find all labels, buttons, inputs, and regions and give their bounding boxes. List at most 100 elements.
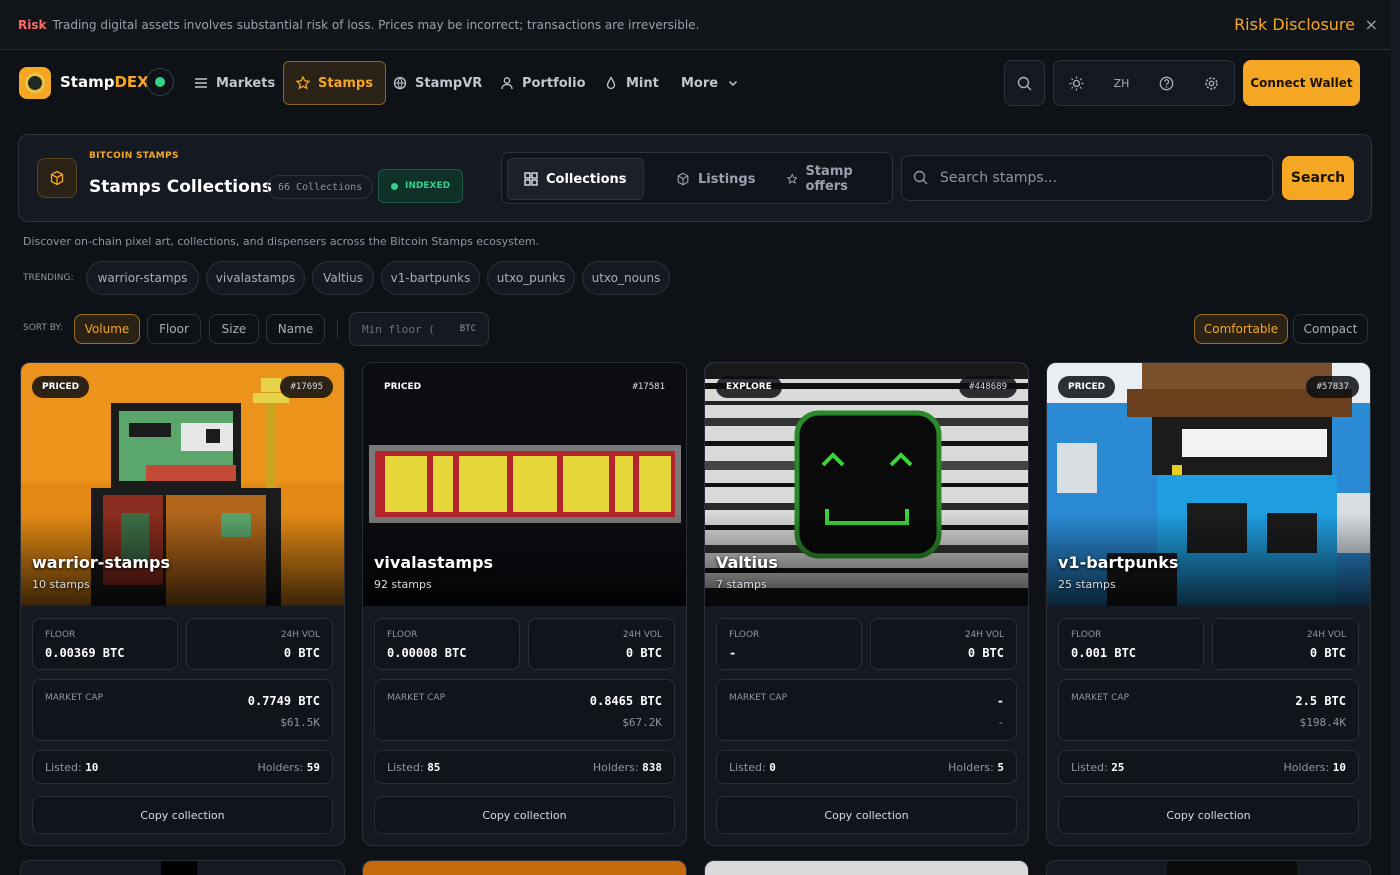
sort-volume-button[interactable]: Volume: [74, 314, 140, 344]
status-badge: INDEXED: [378, 169, 464, 203]
trending-chip[interactable]: utxo_punks: [487, 261, 575, 295]
view-comfortable-button[interactable]: Comfortable: [1194, 314, 1288, 344]
collection-image[interactable]: PRICED #17695 warrior-stamps 10 stamps: [21, 363, 344, 606]
nav-markets[interactable]: Markets: [182, 61, 287, 105]
copy-collection-button[interactable]: Copy collection: [1058, 796, 1359, 834]
stamp-number: #17581: [622, 376, 675, 398]
status-badge: PRICED: [32, 376, 90, 398]
risk-disclosure-link[interactable]: Risk Disclosure: [1234, 15, 1355, 34]
market-cap-stat: MARKET CAP 0.8465 BTC $67.2K: [374, 679, 675, 741]
collection-card[interactable]: [362, 860, 687, 875]
view-compact-button[interactable]: Compact: [1293, 314, 1368, 344]
collection-name: v1-bartpunks: [1058, 553, 1179, 572]
stamp-count: 25 stamps: [1058, 578, 1116, 591]
collection-image[interactable]: PRICED #57837 v1-bartpunks 25 stamps: [1047, 363, 1370, 606]
star-icon: [787, 173, 798, 184]
collection-card[interactable]: [704, 860, 1029, 875]
collection-card[interactable]: PRICED #17695 warrior-stamps 10 stamps F…: [20, 362, 345, 846]
floor-stat: FLOOR 0.001 BTC: [1058, 618, 1204, 670]
collection-card[interactable]: EXPLORE #448689 Valtius 7 stamps FLOOR -…: [704, 362, 1029, 846]
min-floor-input[interactable]: Min floor ( BTC: [349, 312, 489, 346]
volume-stat: 24H VOL 0 BTC: [528, 618, 675, 670]
sort-size-button[interactable]: Size: [209, 314, 259, 344]
market-cap-stat: MARKET CAP - -: [716, 679, 1017, 741]
trending-label: TRENDING:: [23, 273, 74, 283]
search-icon[interactable]: [1013, 71, 1037, 95]
min-floor-placeholder: Min floor (: [362, 322, 435, 336]
collection-name: warrior-stamps: [32, 553, 170, 572]
collection-card[interactable]: [20, 860, 345, 875]
floor-stat: FLOOR 0.00008 BTC: [374, 618, 520, 670]
trending-chip[interactable]: utxo_nouns: [582, 261, 670, 295]
nav-more[interactable]: More: [669, 61, 752, 105]
collection-card[interactable]: PRICED #17581 vivalastamps 92 stamps FLO…: [362, 362, 687, 846]
scrollbar[interactable]: [1390, 0, 1400, 875]
floor-value: -: [729, 646, 737, 660]
floor-value: 0.001 BTC: [1071, 646, 1137, 660]
nav-stamps[interactable]: Stamps: [283, 61, 386, 105]
collection-image[interactable]: EXPLORE #448689 Valtius 7 stamps: [705, 363, 1028, 606]
trending-chip[interactable]: warrior-stamps: [86, 261, 199, 295]
help-icon[interactable]: [1155, 71, 1179, 95]
language-toggle[interactable]: ZH: [1110, 71, 1134, 95]
copy-collection-button[interactable]: Copy collection: [32, 796, 333, 834]
trending-chip[interactable]: v1-bartpunks: [381, 261, 480, 295]
risk-message: Trading digital assets involves substant…: [52, 17, 700, 32]
sort-label: SORT BY:: [23, 323, 63, 333]
floor-stat: FLOOR 0.00369 BTC: [32, 618, 178, 670]
listing-stats: Listed: 0 Holders: 5: [716, 750, 1017, 784]
search-button[interactable]: Search: [1282, 156, 1354, 200]
cube-icon: [37, 158, 77, 198]
tab-collections[interactable]: Collections: [507, 158, 644, 200]
gear-icon[interactable]: [1200, 71, 1224, 95]
close-icon[interactable]: ×: [1365, 15, 1378, 34]
market-cap-stat: MARKET CAP 0.7749 BTC $61.5K: [32, 679, 333, 741]
top-nav: StampDEX Markets Stamps StampVR Portfoli…: [0, 51, 1390, 113]
user-icon: [501, 77, 513, 90]
listing-stats: Listed: 10 Holders: 59: [32, 750, 333, 784]
status-badge: PRICED: [1058, 376, 1116, 398]
floor-value: 0.00369 BTC: [45, 646, 125, 660]
market-cap-usd: $67.2K: [622, 716, 662, 729]
floor-stat: FLOOR -: [716, 618, 862, 670]
brand-name[interactable]: StampDEX: [60, 73, 149, 91]
listing-stats: Listed: 85 Holders: 838: [374, 750, 675, 784]
collections-header: BITCOIN STAMPS Stamps Collections 66 Col…: [18, 134, 1372, 222]
volume-value: 0 BTC: [625, 646, 662, 660]
settings-group: ZH: [1053, 60, 1235, 106]
search-input[interactable]: Search stamps...: [901, 155, 1273, 201]
nav-stampvr[interactable]: StampVR: [381, 61, 494, 105]
nav-portfolio[interactable]: Portfolio: [488, 61, 598, 105]
sort-name-button[interactable]: Name: [266, 314, 325, 344]
market-cap-usd: $61.5K: [280, 716, 320, 729]
status-badge: PRICED: [374, 376, 432, 398]
search-toggle[interactable]: [1004, 60, 1045, 106]
page-kicker: BITCOIN STAMPS: [89, 151, 179, 161]
copy-collection-button[interactable]: Copy collection: [716, 796, 1017, 834]
stamp-count: 7 stamps: [716, 578, 767, 591]
divider: [337, 320, 338, 338]
tab-stamp-offers[interactable]: Stamp offers: [771, 158, 892, 200]
star-icon: [296, 76, 310, 90]
sun-icon[interactable]: [1065, 71, 1089, 95]
collection-card[interactable]: [1046, 860, 1371, 875]
collection-card[interactable]: PRICED #57837 v1-bartpunks 25 stamps FLO…: [1046, 362, 1371, 846]
market-cap-value: -: [996, 694, 1004, 708]
stamp-number: #448689: [959, 376, 1017, 398]
risk-tag: Risk: [18, 17, 47, 32]
volume-value: 0 BTC: [967, 646, 1004, 660]
trending-chip[interactable]: vivalastamps: [206, 261, 305, 295]
connect-wallet-button[interactable]: Connect Wallet: [1243, 60, 1360, 106]
view-tabs: Collections Listings Stamp offers: [501, 152, 893, 204]
copy-collection-button[interactable]: Copy collection: [374, 796, 675, 834]
market-cap-usd: -: [997, 716, 1004, 729]
nav-mint[interactable]: Mint: [592, 61, 671, 105]
volume-value: 0 BTC: [1309, 646, 1346, 660]
tab-listings[interactable]: Listings: [660, 158, 771, 200]
logo-icon[interactable]: [19, 67, 51, 99]
sort-floor-button[interactable]: Floor: [147, 314, 201, 344]
market-cap-stat: MARKET CAP 2.5 BTC $198.4K: [1058, 679, 1359, 741]
status-badge: EXPLORE: [716, 376, 782, 398]
trending-chip[interactable]: Valtius: [312, 261, 374, 295]
collection-image[interactable]: PRICED #17581 vivalastamps 92 stamps: [363, 363, 686, 606]
